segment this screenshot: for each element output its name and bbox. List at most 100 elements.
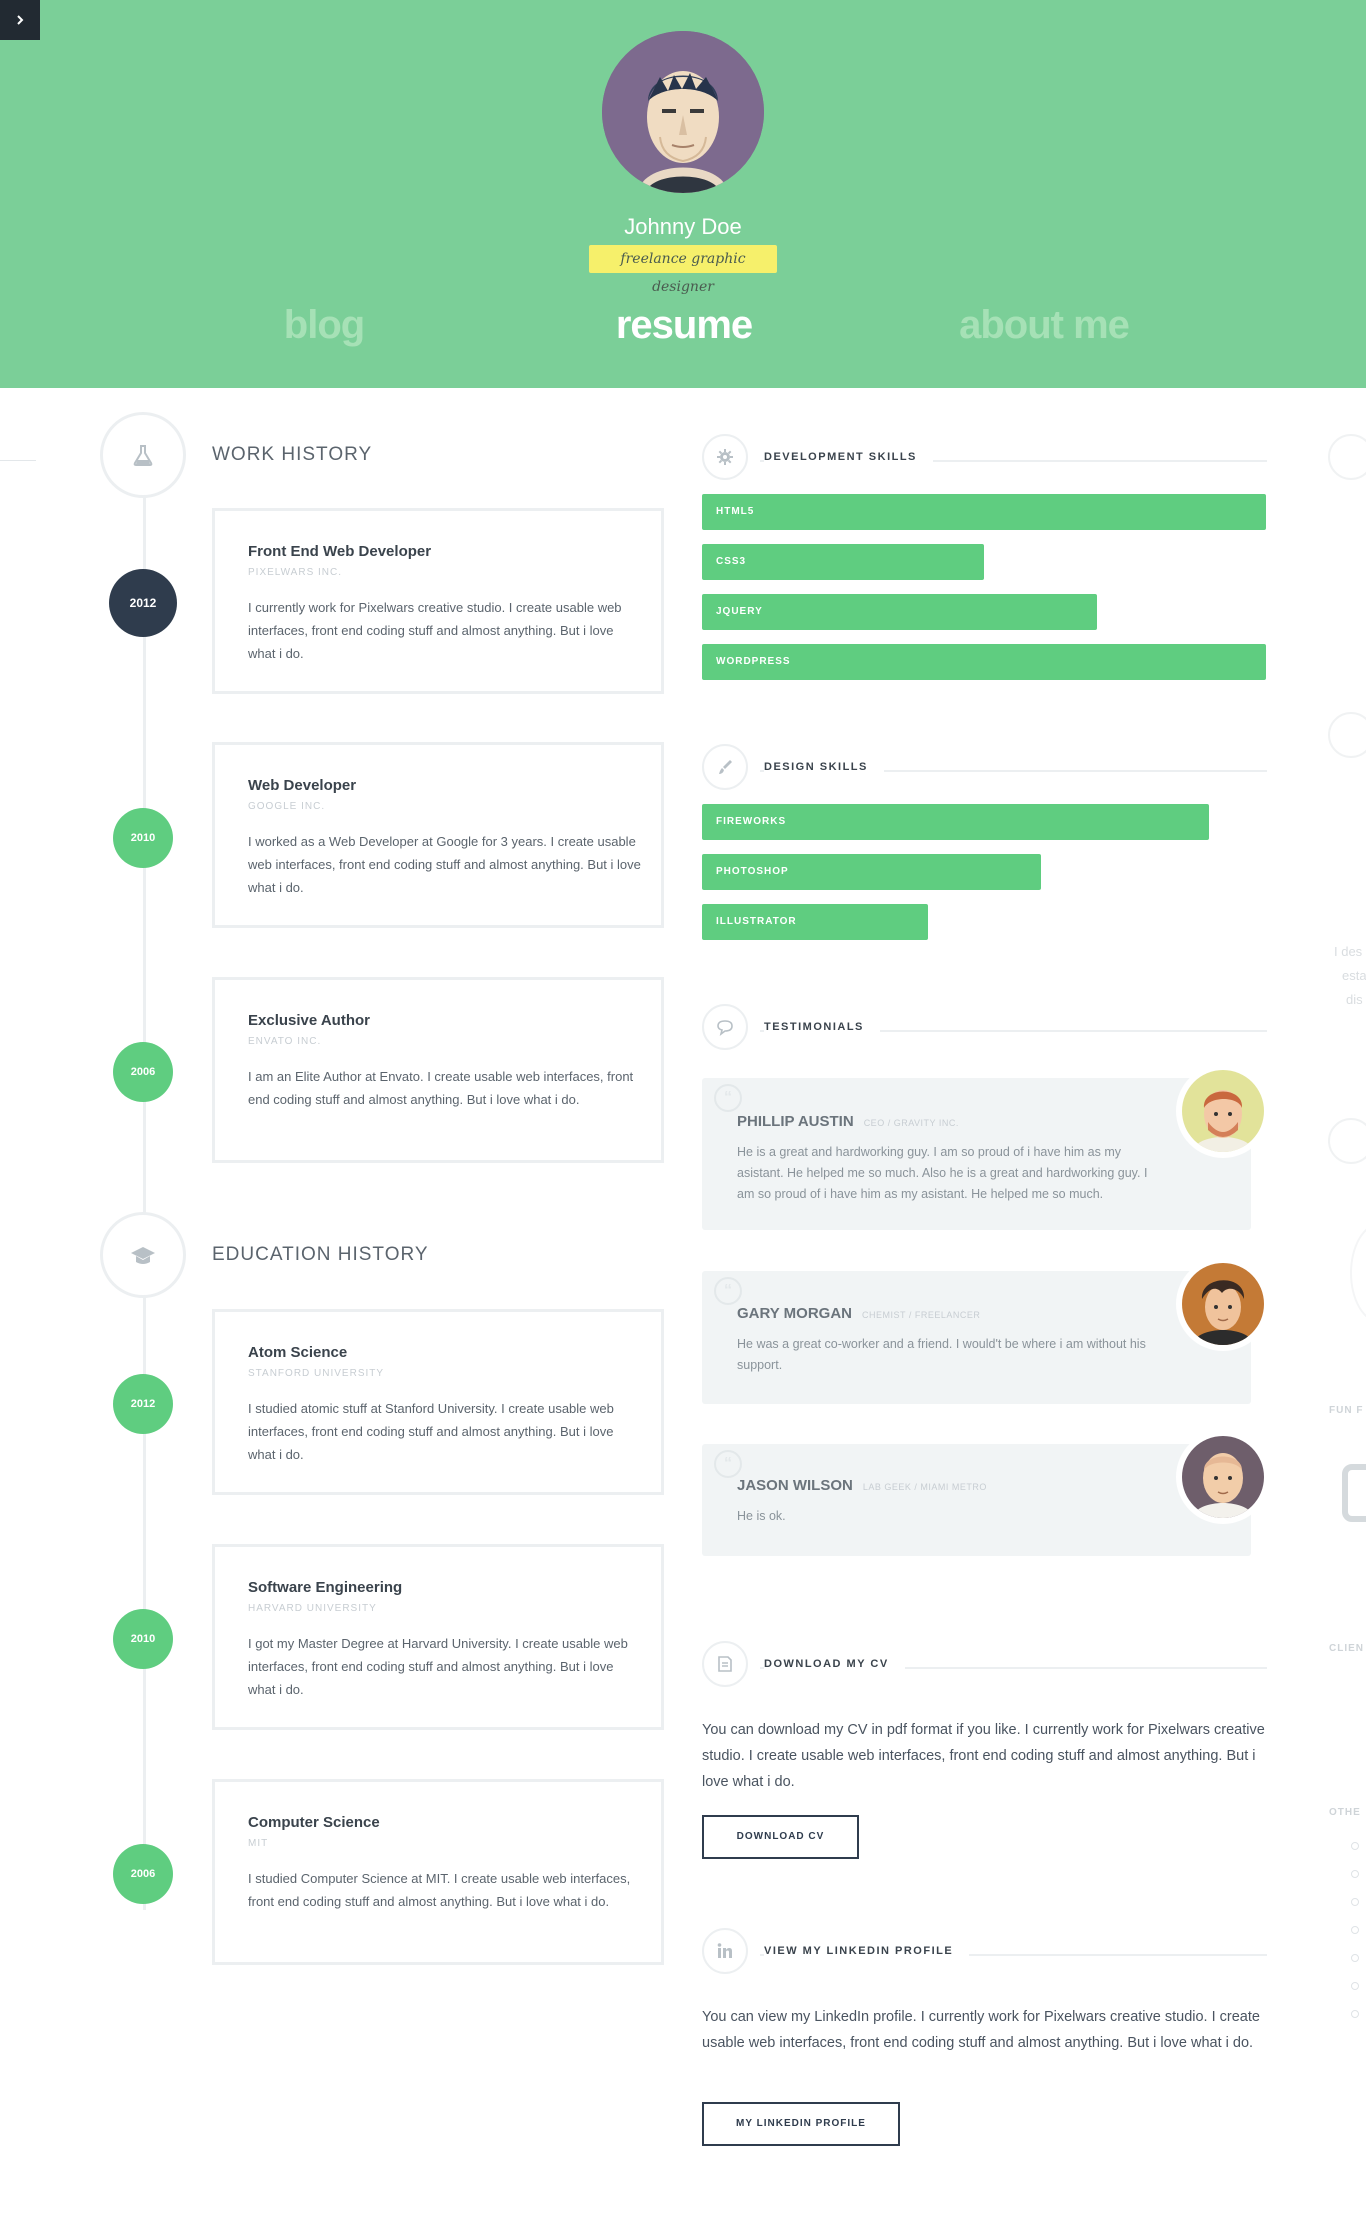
card-description: I am an Elite Author at Envato. I create…	[248, 1069, 634, 1107]
linkedin-icon	[717, 1943, 732, 1958]
nav-about-link[interactable]: about me	[864, 303, 1224, 348]
main-nav: blog resume about me	[0, 303, 1366, 363]
quote-icon: “	[714, 1084, 742, 1112]
side-panel-graphic	[1350, 1223, 1366, 1323]
side-panel-icon	[1328, 712, 1366, 758]
card-company: HARVARD UNIVERSITY	[248, 1603, 377, 1614]
flask-icon	[133, 445, 153, 466]
skill-bar-html5: HTML5	[702, 494, 1266, 530]
skill-bar-photoshop: PHOTOSHOP	[702, 854, 1041, 890]
testimonial-card: “ GARY MORGAN CHEMIST / FREELANCER He was…	[702, 1271, 1251, 1404]
side-panel-list-bullet	[1351, 2010, 1359, 2018]
side-panel-list-bullet	[1351, 1926, 1359, 1934]
side-panel-label: CLIEN	[1329, 1643, 1364, 1654]
card-role: Computer Science	[248, 1814, 380, 1831]
linkedin-title: VIEW MY LINKEDIN PROFILE	[764, 1945, 970, 1957]
testimonials-icon-badge	[702, 1004, 748, 1050]
side-panel-list-bullet	[1351, 1954, 1359, 1962]
card-company: MIT	[248, 1838, 269, 1849]
testimonial-card: “ PHILLIP AUSTIN CEO / GRAVITY INC. He is…	[702, 1078, 1251, 1230]
education-card: Computer Science MIT I studied Computer …	[212, 1779, 664, 1965]
side-panel-list-bullet	[1351, 1870, 1359, 1878]
brush-icon	[719, 760, 732, 774]
side-panel-icon	[1328, 1118, 1366, 1164]
speech-bubble-icon	[717, 1020, 733, 1036]
linkedin-text: You can view my LinkedIn profile. I curr…	[702, 2009, 1260, 2051]
profile-name: Johnny Doe	[624, 214, 742, 239]
card-description: I got my Master Degree at Harvard Univer…	[248, 1636, 628, 1697]
testimonial-text: He is a great and hardworking guy. I am …	[737, 1145, 1148, 1201]
card-company: GOOGLE INC.	[248, 801, 326, 812]
skill-bar-wordpress: WORDPRESS	[702, 644, 1266, 680]
side-panel-list-bullet	[1351, 1842, 1359, 1850]
education-card: Atom Science STANFORD UNIVERSITY I studi…	[212, 1309, 664, 1495]
card-role: Front End Web Developer	[248, 543, 432, 560]
design-skills-icon-badge	[702, 744, 748, 790]
education-card: Software Engineering HARVARD UNIVERSITY …	[212, 1544, 664, 1730]
testimonials-title: TESTIMONIALS	[764, 1021, 880, 1033]
download-cv-icon-badge	[702, 1641, 748, 1687]
year-badge: 2010	[113, 1609, 173, 1669]
menu-toggle-button[interactable]	[0, 0, 40, 40]
development-skills-icon-badge	[702, 434, 748, 480]
year-badge: 2010	[113, 808, 173, 868]
card-role: Web Developer	[248, 777, 357, 794]
design-skills-title: DESIGN SKILLS	[764, 761, 884, 773]
nav-resume-link[interactable]: resume	[504, 303, 864, 348]
work-history-card: Exclusive Author ENVATO INC. I am an Eli…	[212, 977, 664, 1163]
gear-icon	[717, 449, 733, 465]
side-panel-text: esta	[1342, 968, 1366, 983]
year-badge: 2006	[113, 1844, 173, 1904]
card-company: PIXELWARS INC.	[248, 567, 343, 578]
testimonial-author: GARY MORGAN CHEMIST / FREELANCER	[737, 1305, 981, 1322]
side-panel-label: FUN F	[1329, 1405, 1364, 1416]
work-history-title: WORK HISTORY	[212, 444, 373, 465]
skill-bar-fireworks: FIREWORKS	[702, 804, 1209, 840]
education-history-section-icon	[100, 1212, 186, 1298]
nav-blog-link[interactable]: blog	[144, 303, 504, 348]
card-description: I currently work for Pixelwars creative …	[248, 600, 622, 661]
download-cv-text: You can download my CV in pdf format if …	[702, 1722, 1265, 1790]
skill-bar-css3: CSS3	[702, 544, 984, 580]
card-role: Exclusive Author	[248, 1012, 370, 1029]
skill-bar-illustrator: ILLUSTRATOR	[702, 904, 928, 940]
linkedin-profile-button[interactable]: MY LINKEDIN PROFILE	[702, 2102, 900, 2146]
download-cv-title: DOWNLOAD MY CV	[764, 1658, 905, 1670]
skill-bar-jquery: JQUERY	[702, 594, 1097, 630]
testimonial-text: He was a great co-worker and a friend. I…	[737, 1337, 1146, 1372]
testimonial-card: “ JASON WILSON LAB GEEK / MIAMI METRO He …	[702, 1444, 1251, 1556]
profile-header: Johnny Doe freelance graphic designer bl…	[0, 0, 1366, 388]
year-badge: 2006	[113, 1042, 173, 1102]
card-company: STANFORD UNIVERSITY	[248, 1368, 385, 1379]
development-skills-title: DEVELOPMENT SKILLS	[764, 451, 933, 463]
graduation-cap-icon	[131, 1247, 155, 1264]
side-panel-text: dis	[1346, 992, 1363, 1007]
testimonial-author: JASON WILSON LAB GEEK / MIAMI METRO	[737, 1477, 987, 1494]
profile-avatar	[602, 31, 764, 193]
testimonial-text: He is ok.	[737, 1509, 786, 1523]
profile-title-badge: freelance graphic designer	[589, 245, 777, 295]
work-history-card: Web Developer GOOGLE INC. I worked as a …	[212, 742, 664, 928]
work-history-card: Front End Web Developer PIXELWARS INC. I…	[212, 508, 664, 694]
side-panel-icon	[1328, 434, 1366, 480]
card-role: Atom Science	[248, 1344, 348, 1361]
card-company: ENVATO INC.	[248, 1036, 322, 1047]
testimonial-role: CEO / GRAVITY INC.	[863, 1118, 959, 1128]
side-panel-list-bullet	[1351, 1982, 1359, 1990]
card-description: I studied Computer Science at MIT. I cre…	[248, 1871, 631, 1909]
timeline-line	[143, 470, 146, 1910]
testimonial-avatar	[1176, 1257, 1270, 1351]
quote-icon: “	[714, 1277, 742, 1305]
work-history-section-icon	[100, 412, 186, 498]
testimonial-avatar	[1176, 1064, 1270, 1158]
side-panel-label: OTHE	[1329, 1807, 1361, 1818]
linkedin-icon-badge	[702, 1928, 748, 1974]
year-badge: 2012	[113, 1374, 173, 1434]
testimonial-role: CHEMIST / FREELANCER	[862, 1310, 981, 1320]
education-history-title: EDUCATION HISTORY	[212, 1244, 429, 1265]
document-icon	[718, 1656, 732, 1672]
download-cv-button[interactable]: DOWNLOAD CV	[702, 1815, 859, 1859]
testimonial-author: PHILLIP AUSTIN CEO / GRAVITY INC.	[737, 1113, 959, 1130]
year-badge: 2012	[109, 569, 177, 637]
testimonial-avatar	[1176, 1430, 1270, 1524]
